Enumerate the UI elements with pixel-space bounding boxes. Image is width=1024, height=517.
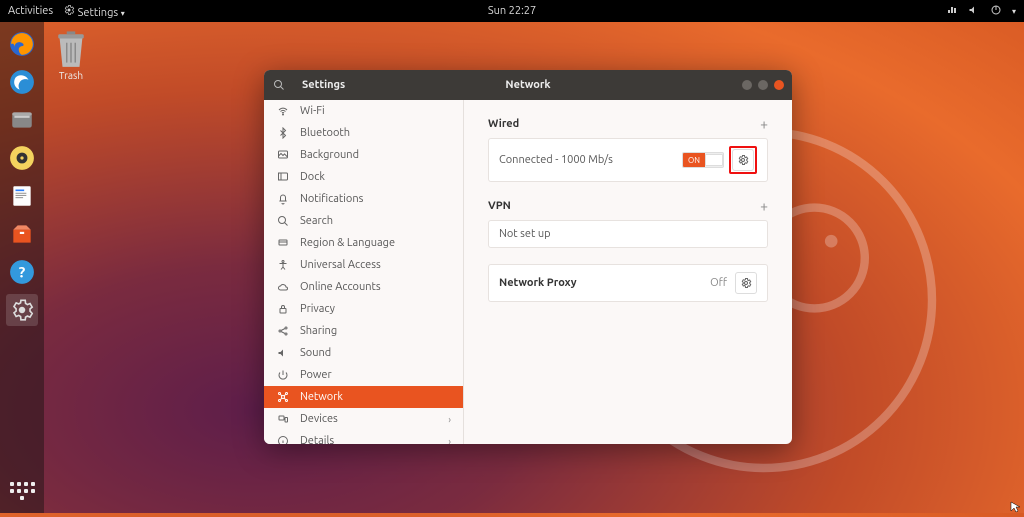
sidebar-item-label: Dock xyxy=(300,171,325,183)
settings-sidebar: Wi-Fi Bluetooth Background Dock Notification… xyxy=(264,100,464,444)
dock-help-icon[interactable]: ? xyxy=(6,256,38,288)
network-icon xyxy=(276,390,290,404)
network-panel: Wired + Connected - 1000 Mb/s ON VPN + xyxy=(464,100,792,444)
sidebar-item-label: Background xyxy=(300,149,359,161)
dock-firefox-icon[interactable] xyxy=(6,28,38,60)
sidebar-item-label: Sound xyxy=(300,347,331,359)
background-icon xyxy=(276,148,290,162)
volume-indicator-icon[interactable] xyxy=(968,4,980,19)
sidebar-item-network[interactable]: Network xyxy=(264,386,463,408)
power-indicator-icon[interactable] xyxy=(990,4,1002,19)
clock[interactable]: Sun 22:27 xyxy=(488,5,536,17)
vpn-add-button[interactable]: + xyxy=(760,198,768,214)
bluetooth-icon xyxy=(276,126,290,140)
dock-libreoffice-icon[interactable] xyxy=(6,180,38,212)
bell-icon xyxy=(276,192,290,206)
vpn-status-label: Not set up xyxy=(499,228,757,240)
wired-add-button[interactable]: + xyxy=(760,116,768,132)
vpn-row: Not set up xyxy=(488,220,768,248)
dock-settings-icon[interactable] xyxy=(6,294,38,326)
sidebar-item-label: Devices xyxy=(300,413,338,425)
sidebar-item-details[interactable]: Details › xyxy=(264,430,463,444)
globe-icon xyxy=(276,236,290,250)
proxy-status: Off xyxy=(710,277,727,289)
wired-status-label: Connected - 1000 Mb/s xyxy=(499,154,682,166)
cloud-icon xyxy=(276,280,290,294)
dock-show-apps-icon[interactable] xyxy=(6,475,38,507)
settings-menu[interactable]: Settings xyxy=(63,4,125,19)
network-indicator-icon[interactable] xyxy=(946,4,958,19)
sidebar-item-devices[interactable]: Devices › xyxy=(264,408,463,430)
sidebar-item-label: Universal Access xyxy=(300,259,381,271)
sidebar-item-label: Bluetooth xyxy=(300,127,350,139)
sidebar-item-label: Sharing xyxy=(300,325,337,337)
sidebar-item-privacy[interactable]: Privacy xyxy=(264,298,463,320)
desktop-trash[interactable]: Trash xyxy=(54,30,88,81)
header-search-button[interactable] xyxy=(264,79,294,91)
vpn-section-title: VPN xyxy=(488,200,511,212)
proxy-title: Network Proxy xyxy=(499,277,710,289)
devices-icon xyxy=(276,412,290,426)
power-icon xyxy=(276,368,290,382)
dock-rhythmbox-icon[interactable] xyxy=(6,142,38,174)
sidebar-item-label: Network xyxy=(300,391,343,403)
share-icon xyxy=(276,324,290,338)
window-title-left: Settings xyxy=(302,79,345,91)
details-icon xyxy=(276,434,290,444)
chevron-right-icon: › xyxy=(448,414,451,425)
sidebar-item-label: Notifications xyxy=(300,193,363,205)
wifi-icon xyxy=(276,104,290,118)
window-titlebar[interactable]: Settings Network xyxy=(264,70,792,100)
sidebar-item-universal-access[interactable]: Universal Access xyxy=(264,254,463,276)
sidebar-item-dock[interactable]: Dock xyxy=(264,166,463,188)
sidebar-item-sharing[interactable]: Sharing xyxy=(264,320,463,342)
lock-icon xyxy=(276,302,290,316)
activities-button[interactable]: Activities xyxy=(8,5,53,17)
sidebar-item-label: Search xyxy=(300,215,333,227)
sidebar-item-label: Region & Language xyxy=(300,237,395,249)
sidebar-item-sound[interactable]: Sound xyxy=(264,342,463,364)
trash-label: Trash xyxy=(59,70,83,81)
sidebar-item-label: Wi-Fi xyxy=(300,105,325,117)
sidebar-item-power[interactable]: Power xyxy=(264,364,463,386)
sidebar-item-online-accounts[interactable]: Online Accounts xyxy=(264,276,463,298)
top-bar: Activities Settings Sun 22:27 ▾ xyxy=(0,0,1024,22)
window-close-button[interactable] xyxy=(774,80,784,90)
sidebar-item-label: Details xyxy=(300,435,334,444)
sound-icon xyxy=(276,346,290,360)
wired-toggle[interactable]: ON xyxy=(682,152,724,168)
wired-settings-button[interactable] xyxy=(732,149,754,171)
dock-files-icon[interactable] xyxy=(6,104,38,136)
svg-text:?: ? xyxy=(19,263,26,280)
wired-connection-row: Connected - 1000 Mb/s ON xyxy=(488,138,768,182)
system-menu-chevron-icon[interactable]: ▾ xyxy=(1012,7,1016,16)
sidebar-item-label: Privacy xyxy=(300,303,335,315)
proxy-row: Network Proxy Off xyxy=(488,264,768,302)
chevron-right-icon: › xyxy=(448,436,451,445)
wired-settings-highlight xyxy=(729,146,757,174)
sidebar-item-bluetooth[interactable]: Bluetooth xyxy=(264,122,463,144)
sidebar-item-notifications[interactable]: Notifications xyxy=(264,188,463,210)
search-icon xyxy=(276,214,290,228)
settings-window: Settings Network Wi-Fi Bluetooth Backgroun… xyxy=(264,70,792,444)
proxy-settings-button[interactable] xyxy=(735,272,757,294)
wired-section-title: Wired xyxy=(488,118,519,130)
sidebar-item-label: Online Accounts xyxy=(300,281,381,293)
access-icon xyxy=(276,258,290,272)
dock-thunderbird-icon[interactable] xyxy=(6,66,38,98)
sidebar-item-search[interactable]: Search xyxy=(264,210,463,232)
dock-software-icon[interactable] xyxy=(6,218,38,250)
window-title-center: Network xyxy=(505,79,550,91)
window-minimize-button[interactable] xyxy=(742,80,752,90)
mouse-cursor-icon xyxy=(1010,499,1022,511)
dock-icon xyxy=(276,170,290,184)
sidebar-item-background[interactable]: Background xyxy=(264,144,463,166)
sidebar-item-label: Power xyxy=(300,369,332,381)
dock: ? xyxy=(0,22,44,513)
sidebar-item-wi-fi[interactable]: Wi-Fi xyxy=(264,100,463,122)
sidebar-item-region-language[interactable]: Region & Language xyxy=(264,232,463,254)
window-maximize-button[interactable] xyxy=(758,80,768,90)
